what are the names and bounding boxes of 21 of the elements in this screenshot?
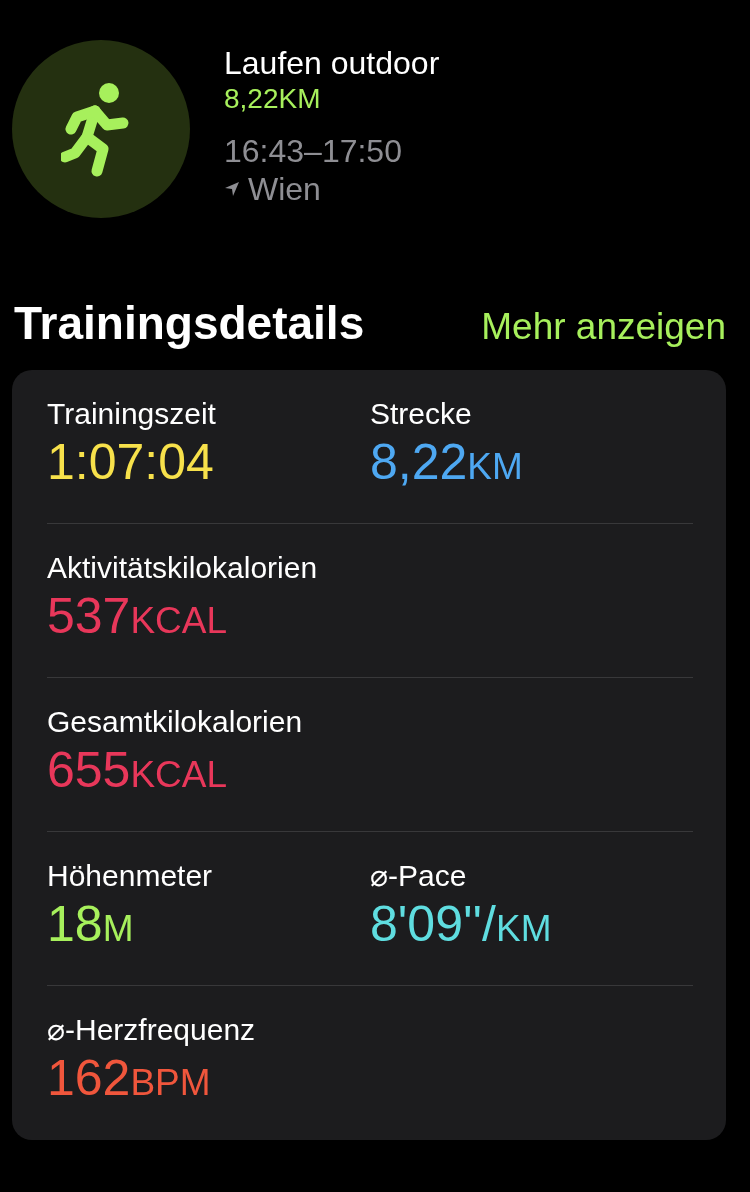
metric-value: 537KCAL: [47, 587, 228, 646]
location-arrow-icon: [224, 181, 240, 197]
metric-label: Gesamtkilokalorien: [47, 704, 303, 740]
metric-label: Höhenmeter: [47, 858, 213, 894]
workout-distance: 8,22KM: [224, 82, 322, 116]
metric-value: 8,22KM: [370, 433, 523, 492]
workout-location: Wien: [248, 170, 321, 208]
section-title: Trainingsdetails: [14, 296, 365, 350]
metric-value: 18M: [47, 895, 134, 954]
metric-label: ⌀-Pace: [370, 858, 467, 894]
metric-label: Aktivitätskilokalorien: [47, 550, 318, 586]
metric-label: Strecke: [370, 396, 472, 432]
show-more-link[interactable]: Mehr anzeigen: [481, 306, 726, 348]
workout-title: Laufen outdoor: [224, 44, 440, 82]
metric-label: ⌀-Herzfrequenz: [47, 1012, 256, 1048]
metric-label: Trainingszeit: [47, 396, 216, 432]
metric-value: 655KCAL: [47, 741, 228, 800]
workout-time: 16:43–17:50: [224, 132, 403, 170]
metric-value: 8'09''/KM: [370, 895, 552, 954]
metric-value: 1:07:04: [47, 433, 214, 492]
metric-value: 162BPM: [47, 1049, 211, 1108]
